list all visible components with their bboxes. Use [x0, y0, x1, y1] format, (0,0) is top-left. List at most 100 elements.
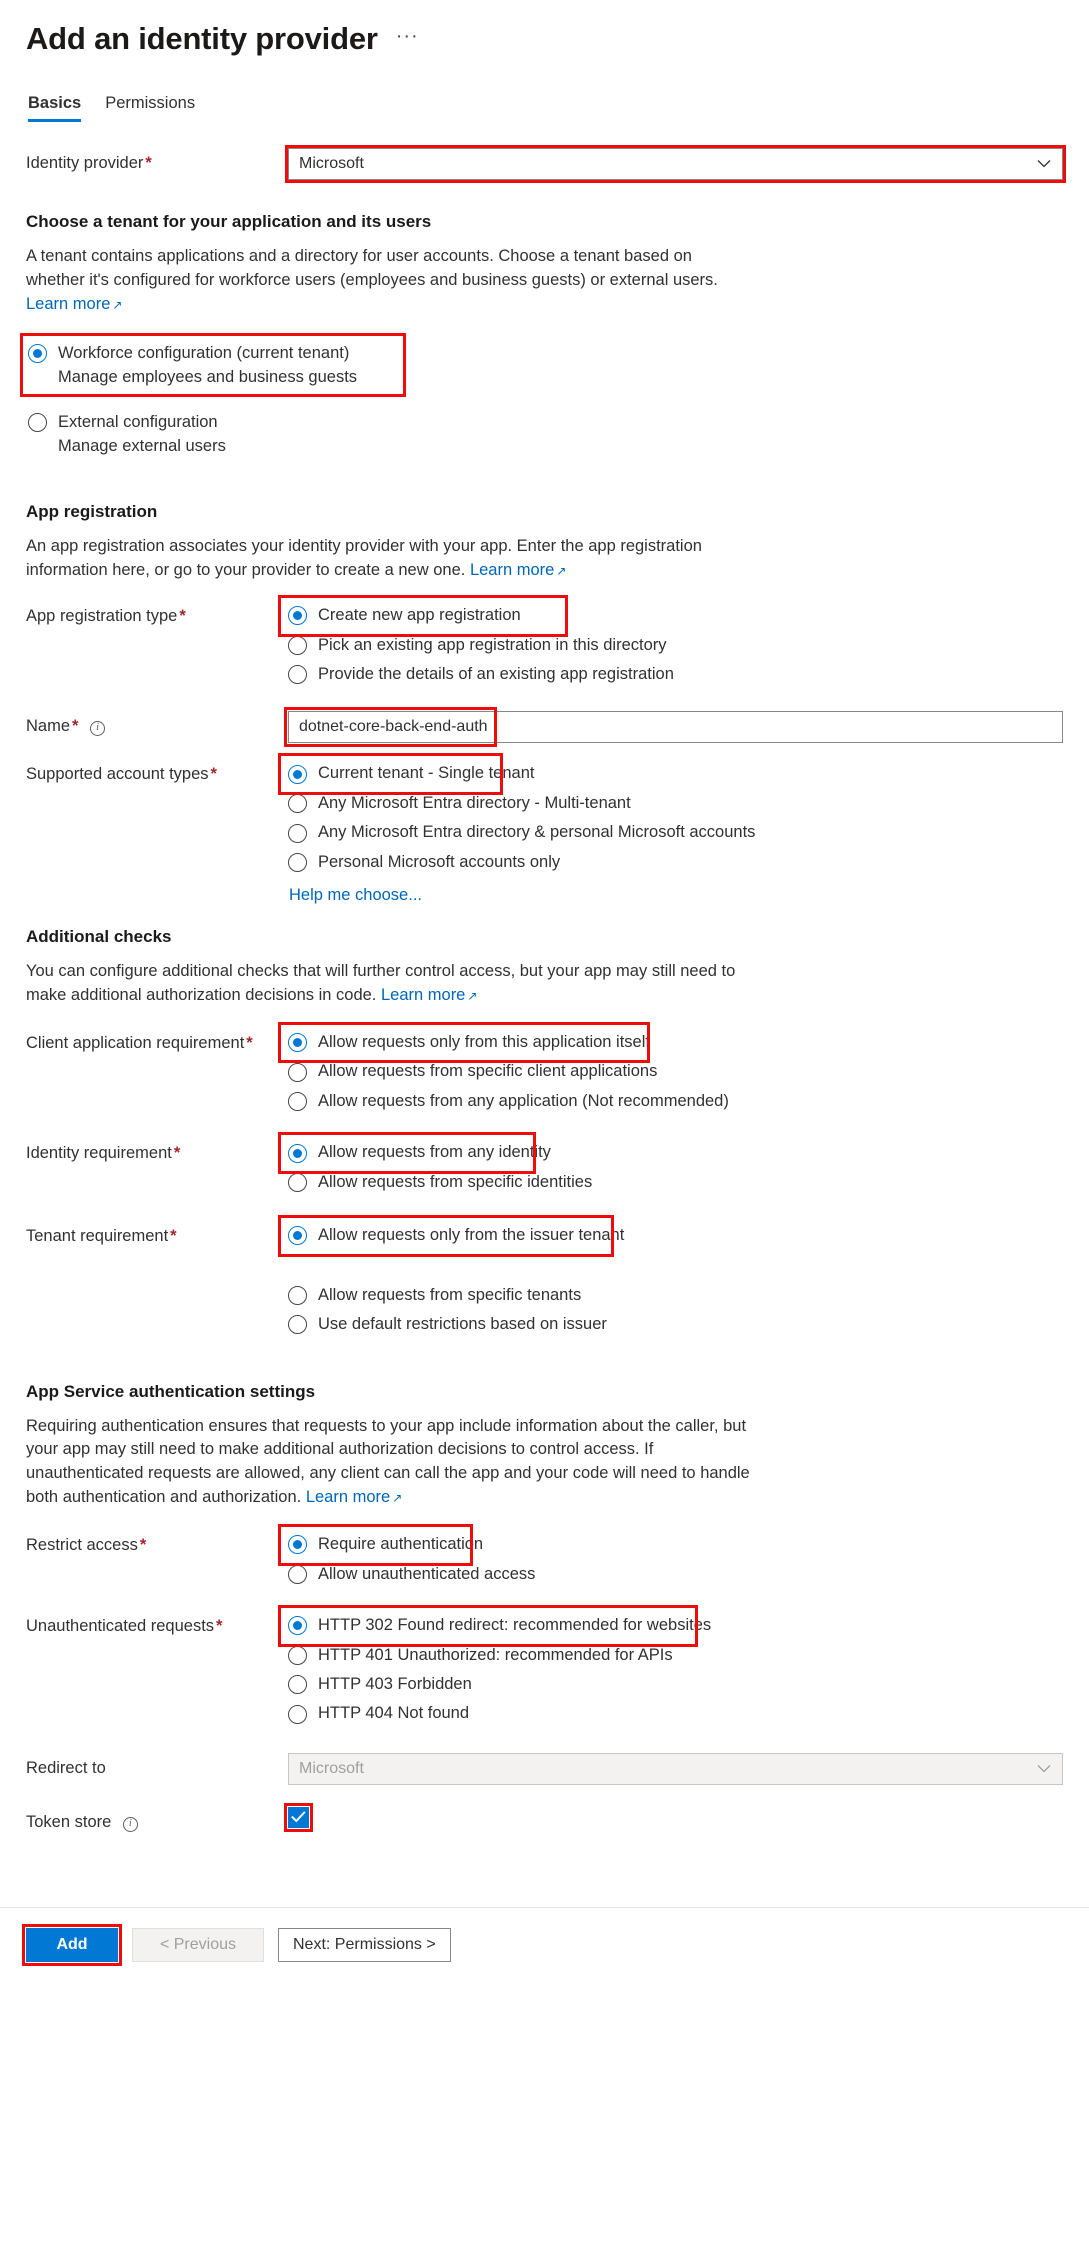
- previous-button[interactable]: < Previous: [132, 1927, 264, 1962]
- radio-indicator: [288, 1645, 307, 1665]
- identity-req-specific-identities[interactable]: Allow requests from specific identities: [288, 1168, 758, 1197]
- radio-indicator: [288, 1226, 307, 1246]
- restrict-access-options: Require authentication Allow unauthentic…: [278, 1524, 758, 1589]
- radio-indicator: [288, 852, 307, 872]
- account-type-multi-tenant[interactable]: Any Microsoft Entra directory - Multi-te…: [288, 789, 758, 818]
- radio-indicator: [288, 1062, 307, 1082]
- app-registration-heading: App registration: [26, 502, 158, 522]
- unauth-http-302[interactable]: HTTP 302 Found redirect: recommended for…: [278, 1604, 758, 1648]
- next-permissions-button[interactable]: Next: Permissions >: [278, 1927, 451, 1962]
- app-service-auth-description: Requiring authentication ensures that re…: [26, 1416, 750, 1507]
- tenant-section-heading: Choose a tenant for your application and…: [26, 212, 432, 232]
- tenant-req-default-restrictions[interactable]: Use default restrictions based on issuer: [288, 1310, 758, 1339]
- app-name-row: Name * i dotnet-core-back-end-auth: [26, 707, 1063, 748]
- unauth-http-404[interactable]: HTTP 404 Not found: [288, 1699, 758, 1728]
- additional-checks-heading: Additional checks: [26, 927, 172, 947]
- help-me-choose-link[interactable]: Help me choose...: [289, 886, 758, 905]
- redirect-to-row: Redirect to Microsoft: [26, 1752, 1063, 1785]
- restrict-access-label: Restrict access *: [26, 1536, 147, 1555]
- required-marker: *: [179, 607, 186, 626]
- checkmark-icon: [291, 1811, 306, 1823]
- account-type-personal-only[interactable]: Personal Microsoft accounts only: [288, 848, 758, 877]
- radio-indicator: [288, 1033, 307, 1053]
- tenant-learn-more-link[interactable]: Learn more: [26, 295, 110, 313]
- radio-indicator: [288, 823, 307, 843]
- supported-account-types-label: Supported account types *: [26, 765, 217, 784]
- radio-indicator: [288, 635, 307, 655]
- radio-indicator: [288, 1172, 307, 1192]
- account-type-any-dir-and-personal[interactable]: Any Microsoft Entra directory & personal…: [288, 818, 758, 847]
- page-title: Add an identity provider: [26, 21, 378, 56]
- identity-requirement-options: Allow requests from any identity Allow r…: [278, 1132, 758, 1197]
- client-application-requirement-label: Client application requirement *: [26, 1034, 253, 1053]
- tenant-option-external[interactable]: External configuration: [28, 408, 400, 437]
- client-application-requirement-options: Allow requests only from this applicatio…: [278, 1021, 758, 1116]
- account-type-current-tenant[interactable]: Current tenant - Single tenant: [278, 753, 758, 796]
- unauth-http-401[interactable]: HTTP 401 Unauthorized: recommended for A…: [288, 1641, 758, 1670]
- app-registration-type-create-new[interactable]: Create new app registration: [278, 595, 758, 638]
- required-marker: *: [72, 717, 79, 736]
- restrict-access-allow-unauth[interactable]: Allow unauthenticated access: [288, 1560, 758, 1589]
- chevron-down-icon: [1037, 1761, 1051, 1776]
- app-service-auth-learn-more-link[interactable]: Learn more: [306, 1488, 390, 1506]
- token-store-checkbox[interactable]: [288, 1806, 309, 1828]
- token-store-checkbox-wrapper: [284, 1802, 313, 1832]
- blade-footer: Add < Previous Next: Permissions >: [0, 1907, 1089, 1982]
- identity-requirement-row: Identity requirement * Allow requests fro…: [26, 1132, 1063, 1197]
- restrict-access-require-auth[interactable]: Require authentication: [278, 1524, 758, 1567]
- additional-checks-learn-more-link[interactable]: Learn more: [381, 986, 465, 1004]
- identity-provider-select[interactable]: Microsoft: [285, 145, 1066, 184]
- tab-basics[interactable]: Basics: [28, 94, 82, 123]
- radio-indicator: [288, 1315, 307, 1335]
- required-marker: *: [246, 1034, 253, 1053]
- token-store-label: Token store i: [26, 1807, 288, 1833]
- redirect-to-select[interactable]: Microsoft: [288, 1752, 1063, 1785]
- unauthenticated-requests-label: Unauthenticated requests *: [26, 1617, 223, 1636]
- radio-indicator: [288, 1564, 307, 1584]
- required-marker: *: [145, 154, 152, 173]
- info-icon[interactable]: i: [90, 721, 106, 737]
- required-marker: *: [216, 1617, 223, 1636]
- restrict-access-row: Restrict access * Require authentication …: [26, 1524, 1063, 1589]
- required-marker: *: [170, 1227, 177, 1246]
- radio-indicator: [288, 1704, 307, 1724]
- required-marker: *: [173, 1144, 181, 1163]
- tenant-option-workforce-wrapper: Workforce configuration (current tenant)…: [20, 332, 406, 397]
- radio-indicator: [288, 1143, 307, 1163]
- tenant-option-workforce-sub: Manage employees and business guests: [58, 368, 358, 387]
- app-registration-type-row: App registration type * Create new app re…: [26, 595, 1063, 689]
- identity-provider-label: Identity provider *: [26, 154, 152, 173]
- chevron-down-icon: [1037, 157, 1051, 172]
- identity-provider-value: Microsoft: [299, 155, 364, 173]
- info-icon[interactable]: i: [122, 1816, 138, 1832]
- radio-indicator: [288, 606, 307, 626]
- tenant-requirement-options: Allow requests only from the issuer tena…: [278, 1215, 758, 1339]
- identity-req-any-identity[interactable]: Allow requests from any identity: [278, 1132, 758, 1175]
- app-registration-type-provide-details[interactable]: Provide the details of an existing app r…: [288, 660, 758, 689]
- identity-requirement-label: Identity requirement *: [26, 1144, 181, 1163]
- unauthenticated-requests-options: HTTP 302 Found redirect: recommended for…: [278, 1604, 758, 1729]
- radio-indicator: [288, 665, 307, 685]
- tenant-option-external-label: External configuration: [58, 412, 218, 431]
- radio-indicator: [288, 764, 307, 784]
- more-options-icon[interactable]: ···: [396, 25, 419, 56]
- tenant-option-external-sub: Manage external users: [58, 437, 226, 455]
- app-registration-description: An app registration associates your iden…: [26, 537, 702, 580]
- client-req-specific-clients[interactable]: Allow requests from specific client appl…: [288, 1057, 758, 1086]
- redirect-to-label: Redirect to: [26, 1758, 106, 1777]
- add-button[interactable]: Add: [26, 1927, 118, 1962]
- client-req-only-this-app[interactable]: Allow requests only from this applicatio…: [278, 1021, 758, 1064]
- tenant-req-issuer-tenant-only[interactable]: Allow requests only from the issuer tena…: [278, 1215, 758, 1258]
- tenant-req-specific-tenants[interactable]: Allow requests from specific tenants: [288, 1281, 758, 1310]
- unauth-http-403[interactable]: HTTP 403 Forbidden: [288, 1670, 758, 1699]
- app-registration-type-pick-existing[interactable]: Pick an existing app registration in thi…: [288, 631, 758, 660]
- tenant-option-workforce[interactable]: Workforce configuration (current tenant): [28, 339, 400, 368]
- app-registration-learn-more-link[interactable]: Learn more: [470, 561, 554, 579]
- unauthenticated-requests-row: Unauthenticated requests * HTTP 302 Found…: [26, 1604, 1063, 1729]
- radio-indicator: [288, 1535, 307, 1555]
- tab-permissions[interactable]: Permissions: [105, 94, 195, 122]
- client-req-any-application[interactable]: Allow requests from any application (Not…: [288, 1087, 758, 1116]
- radio-indicator: [28, 344, 47, 364]
- supported-account-types-options: Current tenant - Single tenant Any Micro…: [278, 753, 758, 905]
- tenant-requirement-row: Tenant requirement * Allow requests only …: [26, 1215, 1063, 1339]
